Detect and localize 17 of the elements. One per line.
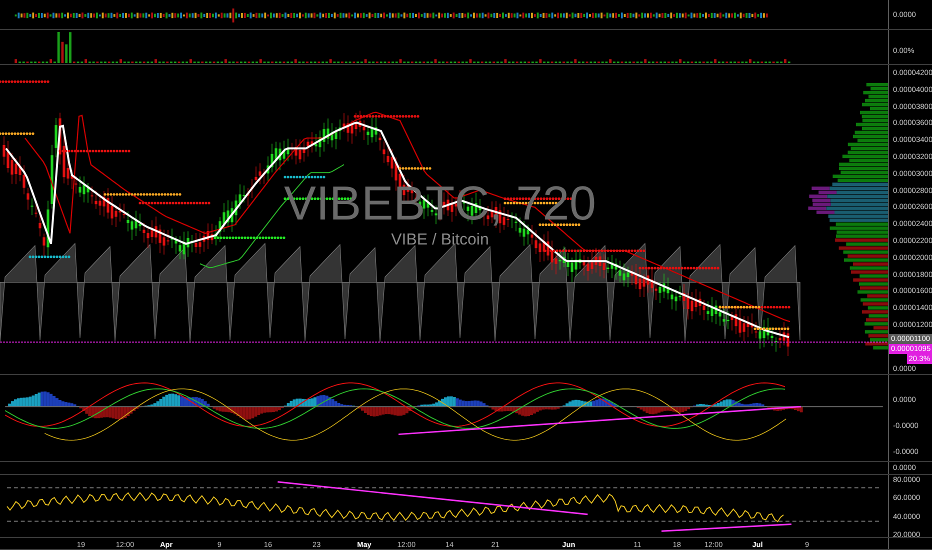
time-axis-label: Apr (160, 540, 173, 549)
time-axis-label: 11 (634, 540, 642, 549)
time-axis-label: 9 (804, 540, 810, 549)
time-axis-label: 12:00 (704, 540, 723, 549)
time-axis-label: 23 (312, 540, 321, 549)
time-axis-label: 12:00 (116, 540, 134, 549)
time-axis-label: 16 (264, 540, 272, 549)
time-axis-label: Jul (752, 540, 763, 549)
time-axis-label: 18 (672, 540, 681, 549)
time-axis-label: 14 (445, 540, 454, 549)
time-axis-label: May (357, 540, 372, 549)
time-axis-label: 9 (217, 540, 222, 549)
time-axis-label: 12:00 (397, 540, 416, 549)
symbol-description: VIBE / Bitcoin (391, 231, 489, 248)
time-axis-label: 19 (76, 540, 86, 549)
time-axis-label: 21 (491, 540, 500, 549)
time-axis-label: Jun (562, 540, 576, 549)
